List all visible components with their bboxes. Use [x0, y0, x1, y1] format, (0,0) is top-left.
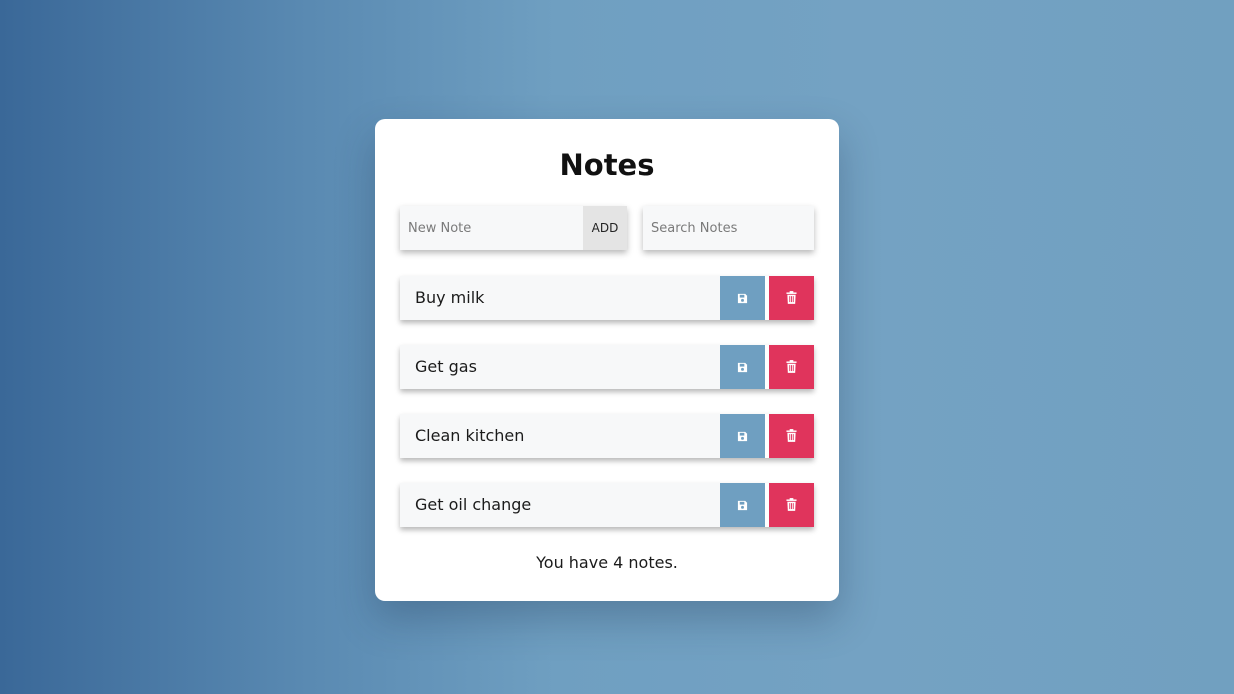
floppy-disk-icon [737, 358, 748, 377]
new-note-group: ADD [400, 206, 627, 250]
save-note-button[interactable] [720, 414, 765, 458]
save-note-button[interactable] [720, 483, 765, 527]
delete-note-button[interactable] [769, 276, 814, 320]
note-item: Clean kitchen [400, 414, 814, 458]
search-input[interactable] [643, 206, 814, 250]
note-count: You have 4 notes. [536, 553, 678, 572]
note-text[interactable]: Get oil change [400, 483, 720, 527]
delete-note-button[interactable] [769, 414, 814, 458]
note-text[interactable]: Clean kitchen [400, 414, 720, 458]
page-title: Notes [559, 148, 655, 182]
floppy-disk-icon [737, 427, 748, 446]
note-item: Get gas [400, 345, 814, 389]
floppy-disk-icon [737, 289, 748, 308]
trash-icon [786, 289, 797, 308]
save-note-button[interactable] [720, 345, 765, 389]
new-note-input[interactable] [400, 206, 583, 250]
notes-card: Notes ADD Buy milk [375, 119, 839, 601]
save-note-button[interactable] [720, 276, 765, 320]
notes-list: Buy milk Get gas Clean kitchen Get oil c… [400, 276, 814, 552]
floppy-disk-icon [737, 496, 748, 515]
add-note-button[interactable]: ADD [583, 206, 627, 250]
delete-note-button[interactable] [769, 345, 814, 389]
note-text[interactable]: Get gas [400, 345, 720, 389]
note-item: Get oil change [400, 483, 814, 527]
trash-icon [786, 427, 797, 446]
trash-icon [786, 496, 797, 515]
delete-note-button[interactable] [769, 483, 814, 527]
note-item: Buy milk [400, 276, 814, 320]
note-text[interactable]: Buy milk [400, 276, 720, 320]
trash-icon [786, 358, 797, 377]
